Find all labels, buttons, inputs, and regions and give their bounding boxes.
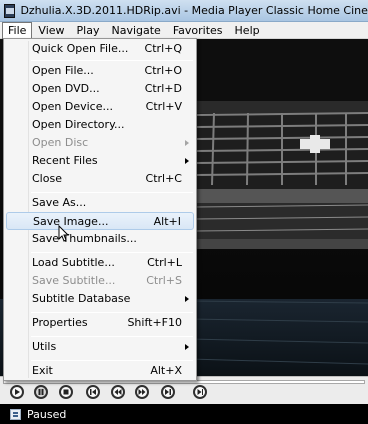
menu-separator (31, 336, 193, 337)
menu-item-label: Open Disc (32, 136, 89, 149)
menu-item-label: Save Thumbnails... (32, 232, 137, 245)
menu-item-save-as[interactable]: Save As... (6, 194, 194, 212)
menu-item-label: Exit (32, 364, 53, 377)
window-title: Dzhulia.X.3D.2011.HDRip.avi - Media Play… (20, 4, 368, 17)
submenu-arrow-icon (185, 344, 189, 350)
menu-item-shortcut: Alt+I (153, 215, 181, 228)
menu-item-label: Open Device... (32, 100, 113, 113)
menu-item-label: Properties (32, 316, 88, 329)
app-icon (4, 3, 16, 18)
submenu-arrow-icon (185, 296, 189, 302)
menu-item-save-image[interactable]: Save Image... Alt+I (6, 212, 194, 230)
menu-item-load-subtitle[interactable]: Load Subtitle... Ctrl+L (6, 254, 194, 272)
play-icon (13, 386, 21, 399)
menu-play[interactable]: Play (71, 22, 106, 39)
menu-item-open-device[interactable]: Open Device... Ctrl+V (6, 98, 194, 116)
menu-item-shortcut: Shift+F10 (127, 316, 182, 329)
menu-separator (31, 252, 193, 253)
menu-item-label: Quick Open File... (32, 42, 129, 55)
menu-item-shortcut: Ctrl+O (144, 64, 182, 77)
status-text: Paused (27, 407, 67, 421)
menu-item-open-directory[interactable]: Open Directory... (6, 116, 194, 134)
rewind-icon (114, 386, 122, 399)
submenu-arrow-icon (185, 158, 189, 164)
play-button[interactable] (10, 385, 24, 399)
menu-item-label: Load Subtitle... (32, 256, 115, 269)
menu-item-label: Open DVD... (32, 82, 100, 95)
menu-item-label: Open File... (32, 64, 94, 77)
menu-item-shortcut: Ctrl+V (145, 100, 182, 113)
menu-separator (31, 360, 193, 361)
skip-forward-icon (164, 386, 172, 399)
menu-item-open-file[interactable]: Open File... Ctrl+O (6, 62, 194, 80)
menu-item-label: Open Directory... (32, 118, 125, 131)
pause-icon (37, 386, 45, 399)
frame-step-button[interactable] (193, 385, 207, 399)
menu-item-exit[interactable]: Exit Alt+X (6, 362, 194, 380)
stop-icon (62, 386, 70, 399)
menu-item-shortcut: Ctrl+L (147, 256, 182, 269)
frame-step-icon (196, 386, 204, 399)
menu-item-utils[interactable]: Utils (6, 338, 194, 356)
menu-item-label: Subtitle Database (32, 292, 131, 305)
fast-forward-icon (138, 386, 146, 399)
menu-file[interactable]: File (2, 21, 33, 39)
skip-back-icon (89, 386, 97, 399)
menu-item-close[interactable]: Close Ctrl+C (6, 170, 194, 188)
menu-item-label: Save As... (32, 196, 87, 209)
status-icon (10, 408, 21, 420)
stop-button[interactable] (59, 385, 73, 399)
status-bar: Paused (0, 404, 368, 424)
menu-bar: File View Play Navigate Favorites Help (0, 21, 368, 39)
menu-item-shortcut: Ctrl+D (144, 82, 182, 95)
file-menu: Quick Open File... Ctrl+Q Open File... Ctrl… (3, 38, 197, 381)
menu-favorites[interactable]: Favorites (167, 22, 229, 39)
submenu-arrow-icon (185, 140, 189, 146)
menu-separator (31, 192, 193, 193)
menu-item-shortcut: Ctrl+C (145, 172, 182, 185)
menu-item-label: Recent Files (32, 154, 98, 167)
menu-item-label: Save Subtitle... (32, 274, 116, 287)
menu-separator (31, 312, 193, 313)
menu-item-properties[interactable]: Properties Shift+F10 (6, 314, 194, 332)
menu-separator (31, 60, 193, 61)
menu-item-recent-files[interactable]: Recent Files (6, 152, 194, 170)
skip-back-button[interactable] (86, 385, 100, 399)
menu-item-shortcut: Ctrl+Q (144, 42, 182, 55)
menu-item-subtitle-database[interactable]: Subtitle Database (6, 290, 194, 308)
pause-button[interactable] (34, 385, 48, 399)
title-bar: Dzhulia.X.3D.2011.HDRip.avi - Media Play… (0, 0, 368, 22)
menu-item-open-disc: Open Disc (6, 134, 194, 152)
menu-item-save-subtitle: Save Subtitle... Ctrl+S (6, 272, 194, 290)
menu-item-label: Save Image... (33, 215, 109, 228)
menu-item-shortcut: Alt+X (150, 364, 182, 377)
menu-item-shortcut: Ctrl+S (146, 274, 182, 287)
menu-item-open-dvd[interactable]: Open DVD... Ctrl+D (6, 80, 194, 98)
menu-item-quick-open-file[interactable]: Quick Open File... Ctrl+Q (6, 40, 194, 58)
menu-item-label: Close (32, 172, 62, 185)
menu-navigate[interactable]: Navigate (105, 22, 166, 39)
mouse-cursor-icon (58, 225, 70, 242)
skip-forward-button[interactable] (161, 385, 175, 399)
menu-item-save-thumbnails[interactable]: Save Thumbnails... (6, 230, 194, 248)
menu-item-label: Utils (32, 340, 57, 353)
menu-help[interactable]: Help (229, 22, 266, 39)
menu-view[interactable]: View (32, 22, 70, 39)
fast-forward-button[interactable] (135, 385, 149, 399)
rewind-button[interactable] (111, 385, 125, 399)
